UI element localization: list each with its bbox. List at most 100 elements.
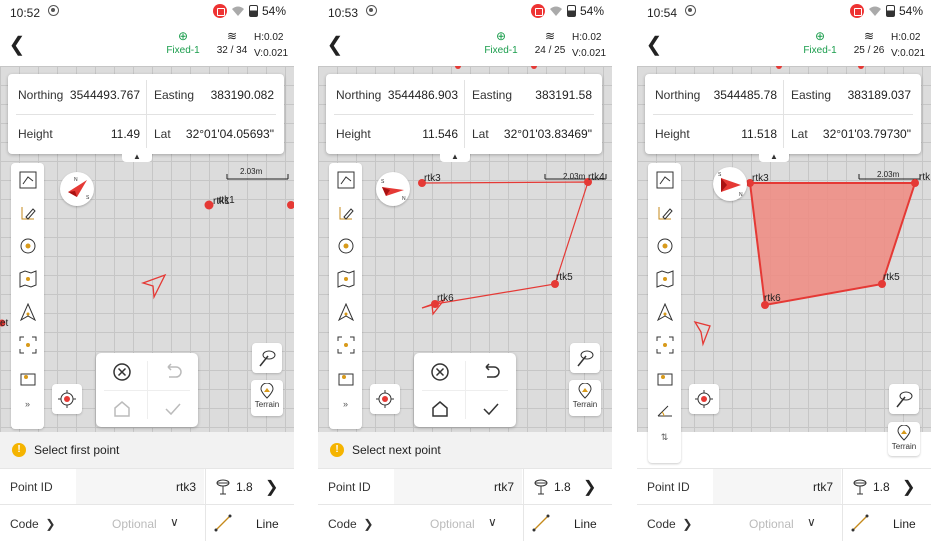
toolbar-point-button[interactable] bbox=[329, 229, 362, 262]
antenna-height-icon[interactable] bbox=[851, 478, 869, 496]
code-selector[interactable]: Code ❯ bbox=[10, 517, 55, 531]
toolbar-point-button[interactable] bbox=[648, 229, 681, 262]
toolbar-map-button[interactable] bbox=[329, 262, 362, 295]
survey-point[interactable] bbox=[287, 201, 294, 209]
undo-button[interactable] bbox=[147, 353, 198, 390]
toolbar-point-button[interactable] bbox=[11, 229, 44, 262]
toolbar-layer-button[interactable] bbox=[648, 361, 681, 394]
code-selector[interactable]: Code ❯ bbox=[647, 517, 692, 531]
survey-point[interactable] bbox=[911, 179, 919, 187]
toolbar-map-button[interactable] bbox=[11, 262, 44, 295]
fix-status[interactable]: ⊕ Fixed-1 bbox=[792, 30, 848, 56]
line-type-icon[interactable] bbox=[532, 514, 550, 532]
satellite-status[interactable]: ≋ 24 / 25 bbox=[530, 30, 570, 56]
back-button[interactable]: ❮ bbox=[322, 32, 348, 58]
toolbar-layer-button[interactable] bbox=[11, 361, 44, 394]
back-button[interactable]: ❮ bbox=[641, 32, 667, 58]
polygon-area[interactable] bbox=[748, 182, 917, 307]
map-view[interactable]: 2.03m rtk3 rtk4 rtk5 rtk6 Northing 35444… bbox=[318, 66, 612, 432]
toolbar-fit-button[interactable] bbox=[11, 328, 44, 361]
chevron-right-icon[interactable]: ❯ bbox=[902, 477, 915, 497]
toolbar-fit-button[interactable] bbox=[329, 328, 362, 361]
code-label: Code bbox=[328, 517, 357, 531]
toolbar-draw-button[interactable] bbox=[648, 196, 681, 229]
antenna-height-icon[interactable] bbox=[214, 478, 232, 496]
terrain-button[interactable]: Terrain bbox=[569, 380, 601, 416]
satellite-status[interactable]: ≋ 32 / 34 bbox=[212, 30, 252, 56]
terrain-button[interactable]: Terrain bbox=[888, 422, 920, 456]
warning-icon: ! bbox=[330, 443, 344, 457]
cancel-button[interactable] bbox=[414, 353, 465, 390]
toolbar-route-button[interactable] bbox=[11, 163, 44, 196]
antenna-height-icon[interactable] bbox=[532, 478, 550, 496]
toolbar-fit-button[interactable] bbox=[648, 328, 681, 361]
collapse-toolbar-icon[interactable]: ⇅ bbox=[648, 427, 681, 447]
confirm-button[interactable] bbox=[147, 390, 198, 427]
antenna-height-value[interactable]: 1.8 bbox=[236, 480, 253, 494]
line-type-icon[interactable] bbox=[214, 514, 232, 532]
chevron-down-icon[interactable]: ∨ bbox=[488, 515, 497, 529]
toolbar-stakeout-button[interactable] bbox=[11, 295, 44, 328]
locate-button[interactable] bbox=[689, 384, 719, 414]
back-button[interactable]: ❮ bbox=[4, 32, 30, 58]
code-selector[interactable]: Code ❯ bbox=[328, 517, 373, 531]
toolbar-stakeout-button[interactable] bbox=[648, 295, 681, 328]
toolbar-route-button[interactable] bbox=[329, 163, 362, 196]
h-precision: H:0.02 bbox=[254, 32, 284, 43]
pole-button[interactable] bbox=[570, 343, 600, 373]
layer-person-icon bbox=[338, 373, 353, 385]
toolbar-draw-button[interactable] bbox=[11, 196, 44, 229]
fix-status[interactable]: ⊕ Fixed-1 bbox=[473, 30, 529, 56]
point-id-field[interactable]: rtk7 bbox=[713, 469, 841, 505]
close-polygon-button[interactable] bbox=[414, 390, 465, 427]
undo-button[interactable] bbox=[465, 353, 516, 390]
fix-status[interactable]: ⊕ Fixed-1 bbox=[155, 30, 211, 56]
terrain-label: Terrain bbox=[572, 400, 598, 409]
map-view[interactable]: 2.03m rtk3 rtk rtk5 rtk6 Northing 354448… bbox=[637, 66, 931, 463]
line-type-icon[interactable] bbox=[851, 514, 869, 532]
antenna-height-value[interactable]: 1.8 bbox=[554, 480, 571, 494]
code-input[interactable]: Optional bbox=[430, 517, 475, 531]
map-view[interactable]: 2.03m rtk1 rtk1 et Northing 3544493.767 … bbox=[0, 66, 294, 432]
terrain-button[interactable]: Terrain bbox=[251, 380, 283, 416]
cancel-button[interactable] bbox=[96, 353, 147, 390]
toolbar-draw-button[interactable] bbox=[329, 196, 362, 229]
collapse-card-button[interactable]: ▲ bbox=[440, 152, 470, 162]
expand-toolbar-icon[interactable]: » bbox=[11, 394, 44, 414]
toolbar-layer-button[interactable] bbox=[329, 361, 362, 394]
chevron-down-icon[interactable]: ∨ bbox=[807, 515, 816, 529]
satellite-status[interactable]: ≋ 25 / 26 bbox=[849, 30, 889, 56]
chevron-right-icon[interactable]: ❯ bbox=[583, 477, 596, 497]
line-type-label[interactable]: Line bbox=[256, 517, 279, 531]
confirm-button[interactable] bbox=[465, 390, 516, 427]
line-type-label[interactable]: Line bbox=[893, 517, 916, 531]
point-id-label: Point ID bbox=[10, 480, 53, 494]
satellite-count: 25 / 26 bbox=[853, 45, 885, 56]
line-type-label[interactable]: Line bbox=[574, 517, 597, 531]
point-id-field[interactable]: rtk7 bbox=[394, 469, 522, 505]
toolbar-measure-button[interactable] bbox=[648, 394, 681, 427]
toolbar-stakeout-button[interactable] bbox=[329, 295, 362, 328]
locate-button[interactable] bbox=[52, 384, 82, 414]
collapse-card-button[interactable]: ▲ bbox=[122, 152, 152, 162]
pole-button[interactable] bbox=[889, 384, 919, 414]
close-polygon-button[interactable] bbox=[96, 390, 147, 427]
height-label: Height bbox=[655, 127, 690, 141]
collapse-card-button[interactable]: ▲ bbox=[759, 152, 789, 162]
toolbar-map-button[interactable] bbox=[648, 262, 681, 295]
chevron-down-icon[interactable]: ∨ bbox=[170, 515, 179, 529]
expand-toolbar-icon[interactable]: » bbox=[329, 394, 362, 414]
locate-button[interactable] bbox=[370, 384, 400, 414]
toolbar-route-button[interactable] bbox=[648, 163, 681, 196]
compass-icon[interactable]: SN bbox=[713, 167, 747, 201]
code-label: Code bbox=[10, 517, 39, 531]
chevron-right-icon[interactable]: ❯ bbox=[265, 477, 278, 497]
v-precision: V:0.021 bbox=[254, 48, 289, 59]
code-input[interactable]: Optional bbox=[749, 517, 794, 531]
antenna-height-value[interactable]: 1.8 bbox=[873, 480, 890, 494]
point-id-field[interactable]: rtk3 bbox=[76, 469, 204, 505]
code-input[interactable]: Optional bbox=[112, 517, 157, 531]
pole-button[interactable] bbox=[252, 343, 282, 373]
compass-icon[interactable]: NS bbox=[60, 172, 94, 206]
compass-icon[interactable]: SN bbox=[376, 172, 410, 206]
